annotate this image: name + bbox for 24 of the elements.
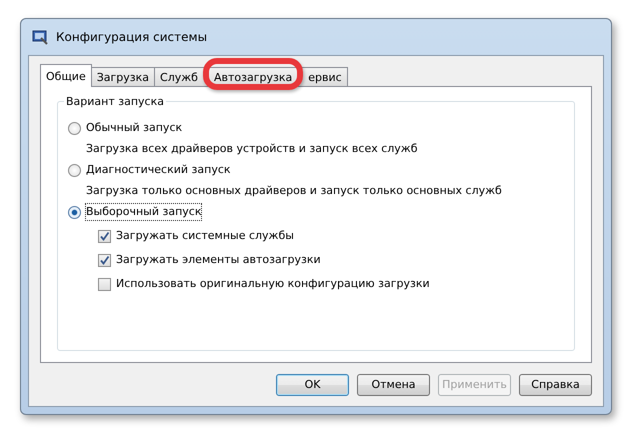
radio-button[interactable] [68, 122, 81, 134]
app-icon [32, 29, 48, 45]
tab[interactable]: Служб [154, 67, 209, 86]
option-label[interactable]: Выборочный запуск [86, 204, 202, 220]
radio-button[interactable] [68, 164, 81, 176]
checkbox-label[interactable]: Использовать оригинальную конфигурацию загрузки [116, 276, 430, 292]
window-title: Конфигурация системы [56, 29, 208, 46]
option-label[interactable]: Обычный запуск [86, 120, 182, 136]
tab[interactable]: Общие [40, 64, 92, 87]
option-description: Загрузка только основных драйверов и запуск только основных служб [86, 182, 502, 199]
radio-button[interactable] [68, 206, 81, 218]
checkbox[interactable] [98, 278, 111, 290]
group-title: Вариант запуска [64, 94, 166, 110]
option-label[interactable]: Диагностический запуск [86, 162, 231, 178]
tab[interactable]: ервис [297, 67, 348, 86]
tab[interactable]: Загрузка [90, 67, 156, 86]
checkbox[interactable] [98, 254, 111, 266]
dialog-button[interactable]: Отмена [357, 374, 430, 396]
dialog-button[interactable]: Справка [519, 374, 592, 396]
dialog-button[interactable]: OK [276, 374, 349, 396]
checkbox[interactable] [98, 230, 111, 242]
option-description: Загрузка всех драйверов устройств и запуск всех служб [86, 140, 418, 157]
checkbox-label[interactable]: Загружать системные службы [116, 228, 294, 244]
checkbox-label[interactable]: Загружать элементы автозагрузки [116, 252, 321, 268]
